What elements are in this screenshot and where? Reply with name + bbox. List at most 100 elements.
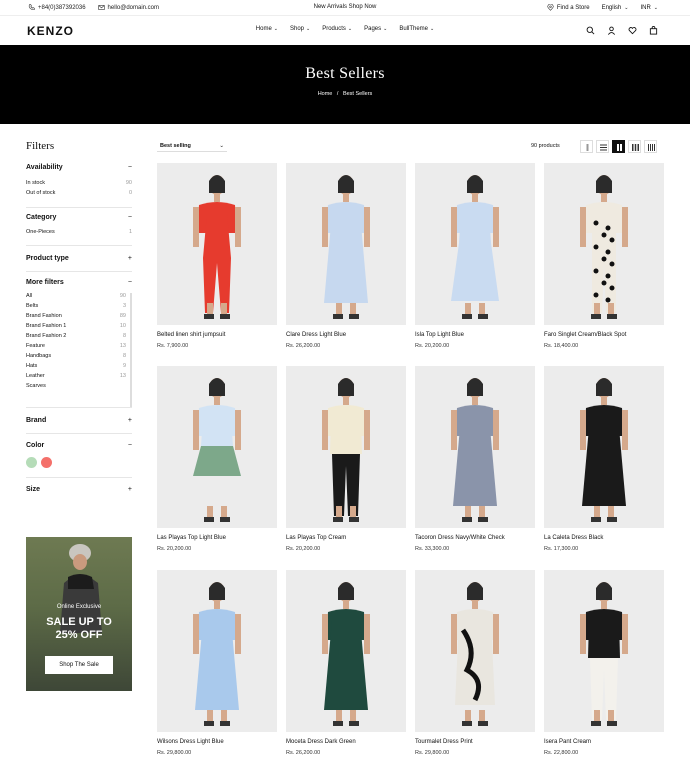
product-name[interactable]: Wilsons Dress Light Blue [157,739,277,745]
product-name[interactable]: La Caleta Dress Black [544,535,664,541]
shop-the-sale-button[interactable]: Shop The Sale [45,656,113,674]
filter-option[interactable]: Brand Fashion 1 10 [26,323,126,329]
product-name[interactable]: Las Playas Top Light Blue [157,535,277,541]
product-name[interactable]: Belted linen shirt jumpsuit [157,332,277,338]
product-card[interactable]: Moceta Dress Dark Green Rs. 26,200.00 [286,570,406,756]
minus-icon: − [127,214,132,221]
model-figure [580,175,628,319]
product-card[interactable]: Clare Dress Light Blue Rs. 26,200.00 [286,163,406,349]
filter-option[interactable]: Brand Fashion 2 8 [26,333,126,339]
product-image[interactable] [286,163,406,325]
filter-option[interactable]: Brand Fashion 89 [26,313,126,319]
filter-option-one-pieces[interactable]: One-Pieces 1 [26,229,132,235]
filters-heading: Filters [26,140,55,152]
filter-size-toggle[interactable]: Size + [26,486,132,493]
product-image[interactable] [544,366,664,528]
filter-option-out-of-stock[interactable]: Out of stock 0 [26,190,132,196]
currency-select[interactable]: INR ⌄ [640,4,658,11]
filter-title: Brand [26,417,47,424]
nav-shop[interactable]: Shop ⌄ [290,26,310,32]
layout-list-button[interactable] [596,140,609,153]
product-card[interactable]: La Caleta Dress Black Rs. 17,300.00 [544,366,664,552]
plus-icon: + [127,255,132,262]
wishlist-heart-icon[interactable] [628,26,637,35]
layout-4-column-button[interactable] [644,140,657,153]
option-count: 0 [128,190,132,196]
filter-option[interactable]: Handbags 8 [26,353,126,359]
color-swatch-red[interactable] [41,457,52,468]
product-name[interactable]: Faro Singlet Cream/Black Spot [544,332,664,338]
nav-home[interactable]: Home ⌄ [256,26,278,32]
product-card[interactable]: Las Playas Top Cream Rs. 20,200.00 [286,366,406,552]
product-name[interactable]: Clare Dress Light Blue [286,332,406,338]
breadcrumb-home[interactable]: Home [318,91,333,97]
model-figure [451,582,499,726]
option-count: 13 [119,343,126,349]
model-figure [193,582,241,726]
product-name[interactable]: Moceta Dress Dark Green [286,739,406,745]
filter-more-toggle[interactable]: More filters − [26,279,132,286]
product-image[interactable] [157,163,277,325]
filter-option-in-stock[interactable]: In stock 90 [26,180,132,186]
sort-select[interactable]: Best selling ⌄ [157,140,227,152]
search-icon[interactable] [586,26,595,35]
sale-promo-banner[interactable]: Online Exclusive SALE UP TO 25% OFF Shop… [26,537,132,691]
product-card[interactable]: Las Playas Top Light Blue Rs. 20,200.00 [157,366,277,552]
product-image[interactable] [157,366,277,528]
filter-category-toggle[interactable]: Category − [26,214,132,221]
option-label: Brand Fashion 1 [26,323,67,329]
product-card[interactable]: Isera Pant Cream Rs. 22,800.00 [544,570,664,756]
filter-color-toggle[interactable]: Color − [26,442,132,449]
product-name[interactable]: Isera Pant Cream [544,739,664,745]
find-store-link[interactable]: Find a Store [547,4,590,11]
layout-1-column-button[interactable] [580,140,593,153]
option-label: Handbags [26,353,52,359]
layout-2-column-button[interactable] [612,140,625,153]
product-image[interactable] [415,570,535,732]
option-count: 9 [122,363,126,369]
product-card[interactable]: Faro Singlet Cream/Black Spot Rs. 18,400.… [544,163,664,349]
filter-option[interactable]: Belts 3 [26,303,126,309]
currency-value: INR [640,4,651,11]
product-card[interactable]: Belted linen shirt jumpsuit Rs. 7,900.00 [157,163,277,349]
model-figure [193,175,241,319]
nav-products[interactable]: Products ⌄ [322,26,352,32]
product-name[interactable]: Tourmalet Dress Print [415,739,535,745]
filter-availability-toggle[interactable]: Availability − [26,164,132,171]
nav-pages[interactable]: Pages ⌄ [364,26,387,32]
filter-option[interactable]: All 90 [26,293,126,299]
product-image[interactable] [544,163,664,325]
product-image[interactable] [286,366,406,528]
cart-bag-icon[interactable] [649,26,658,35]
filter-brand-toggle[interactable]: Brand + [26,417,132,424]
nav-bulltheme[interactable]: BullTheme ⌄ [399,26,434,32]
promo-headline-line: 25% OFF [55,629,103,641]
product-name[interactable]: Tacoron Dress Navy/White Check [415,535,535,541]
option-count: 90 [119,293,126,299]
product-card[interactable]: Tacoron Dress Navy/White Check Rs. 33,300… [415,366,535,552]
color-swatch-green[interactable] [26,457,37,468]
product-image[interactable] [544,570,664,732]
layout-3-column-button[interactable] [628,140,641,153]
announcement-link[interactable]: New Arrivals Shop Now [314,4,377,10]
filter-option[interactable]: Leather 13 [26,373,126,379]
product-image[interactable] [157,570,277,732]
product-card[interactable]: Wilsons Dress Light Blue Rs. 29,800.00 [157,570,277,756]
product-card[interactable]: Isla Top Light Blue Rs. 20,200.00 [415,163,535,349]
option-label: Hats [26,363,38,369]
product-card[interactable]: Tourmalet Dress Print Rs. 29,800.00 [415,570,535,756]
language-select[interactable]: English ⌄ [602,4,629,11]
product-image[interactable] [286,570,406,732]
product-name[interactable]: Las Playas Top Cream [286,535,406,541]
product-image[interactable] [415,366,535,528]
filter-option[interactable]: Feature 13 [26,343,126,349]
filter-product-type-toggle[interactable]: Product type + [26,255,132,262]
product-count: 90 products [531,143,560,149]
filter-option[interactable]: Hats 9 [26,363,126,369]
product-image[interactable] [415,163,535,325]
account-icon[interactable] [607,26,616,35]
more-filters-scroll-list[interactable]: All 90 Belts 3 Brand Fashion 89 Brand Fashi… [26,293,132,407]
product-name[interactable]: Isla Top Light Blue [415,332,535,338]
filter-option[interactable]: Scarves [26,383,126,389]
option-label: One-Pieces [26,229,55,235]
